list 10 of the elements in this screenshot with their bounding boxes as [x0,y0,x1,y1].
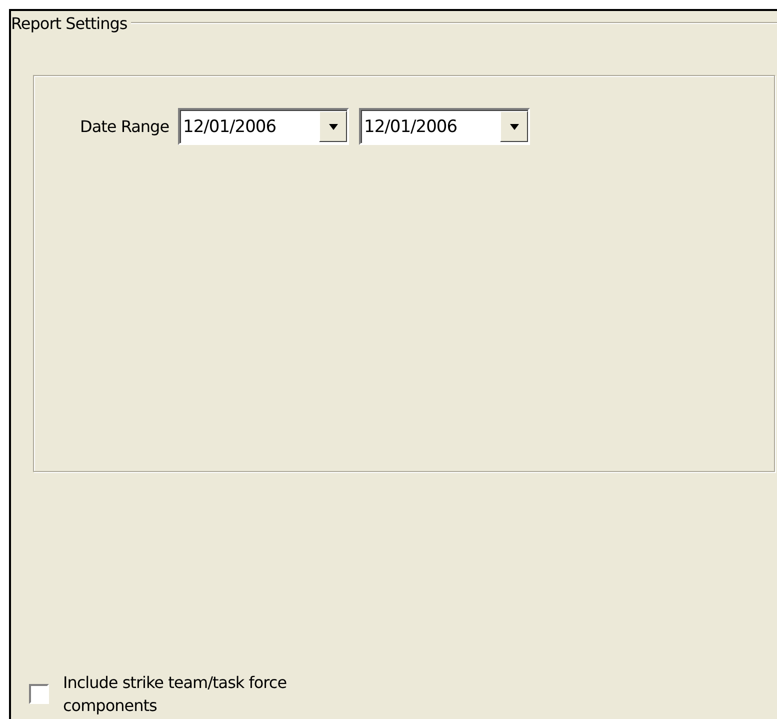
dropdown-button[interactable] [319,111,348,142]
checkbox-label: Include strike team/task force components [63,672,288,717]
date-range-label: Date Range [80,117,170,136]
date-dropdown[interactable]: 12/01/2006 [178,108,350,145]
group-title: Report Settings [11,14,128,32]
caret-icon [510,124,519,130]
caret-icon [328,124,338,130]
dropdown-button[interactable] [500,111,528,142]
checkbox[interactable] [29,684,49,704]
date-dropdown[interactable]: 12/01/2006 [359,108,530,145]
